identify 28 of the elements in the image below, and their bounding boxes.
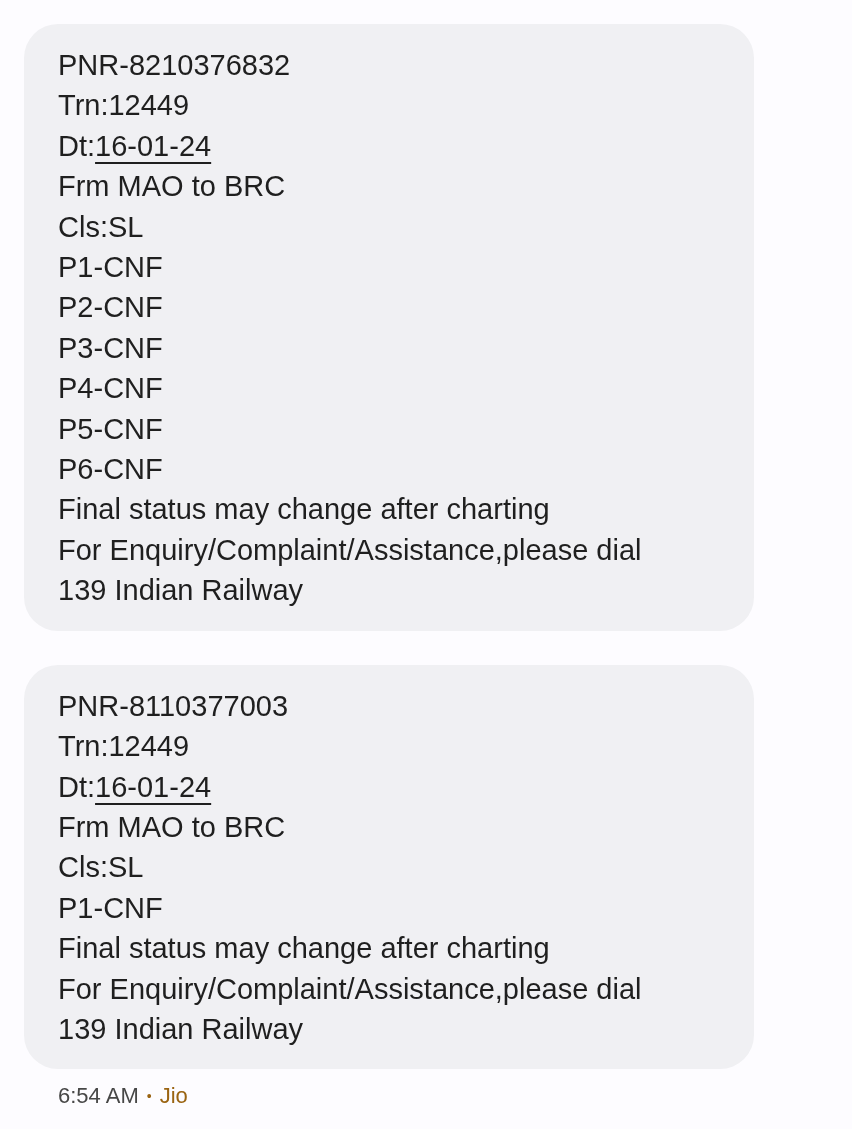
date-link[interactable]: 16-01-24 [95, 770, 212, 803]
message-line: For Enquiry/Complaint/Assistance,please dial [58, 971, 642, 1007]
message-line: P3-CNF [58, 330, 163, 366]
message-line: P5-CNF [58, 411, 163, 447]
message-line: P1-CNF [58, 250, 163, 286]
carrier-label: Jio [159, 1083, 188, 1110]
message-line: PNR-8110377003 [58, 688, 289, 724]
message-line: 139 Indian Railway [58, 1011, 304, 1047]
message-line: For Enquiry/Complaint/Assistance,please dial [58, 532, 642, 568]
separator-dot: • [146, 1088, 152, 1105]
message-line: P2-CNF [58, 290, 163, 326]
message-line: Cls:SL [58, 850, 144, 886]
message-line: Dt:16-01-24 [58, 128, 212, 164]
message-line: 139 Indian Railway [58, 573, 304, 609]
message-line: Final status may change after charting [58, 931, 550, 967]
message-line: Trn:12449 [58, 88, 190, 124]
message-line: Frm MAO to BRC [58, 169, 286, 205]
message-line: Frm MAO to BRC [58, 809, 286, 845]
message-line: Final status may change after charting [58, 492, 550, 528]
message-line: P1-CNF [58, 890, 163, 926]
message-line: Trn:12449 [58, 729, 190, 765]
timestamp: 6:54 AM [58, 1083, 139, 1110]
message-line: P4-CNF [58, 371, 163, 407]
date-link[interactable]: 16-01-24 [95, 129, 212, 162]
message-line: Cls:SL [58, 209, 144, 245]
message-line: PNR-8210376832 [58, 48, 291, 83]
message-line: P6-CNF [58, 452, 163, 488]
message-line: Dt:16-01-24 [58, 769, 212, 805]
